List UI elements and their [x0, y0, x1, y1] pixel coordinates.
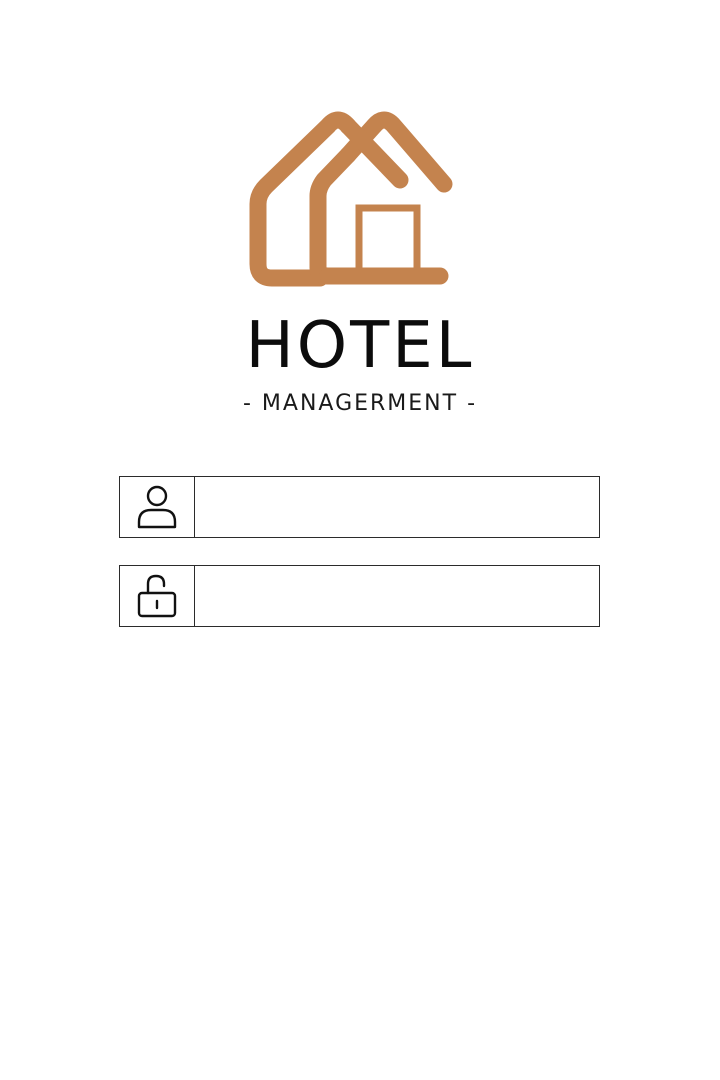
username-field[interactable] — [119, 476, 600, 538]
brand-subtitle: - MANAGERMENT - — [242, 391, 478, 416]
brand-title: HOTEL — [245, 309, 475, 383]
password-field[interactable] — [119, 565, 600, 627]
username-input[interactable] — [195, 477, 599, 537]
house-logo-icon — [236, 100, 484, 300]
user-icon — [120, 477, 195, 537]
unlock-icon — [120, 566, 195, 626]
password-input[interactable] — [195, 566, 599, 626]
